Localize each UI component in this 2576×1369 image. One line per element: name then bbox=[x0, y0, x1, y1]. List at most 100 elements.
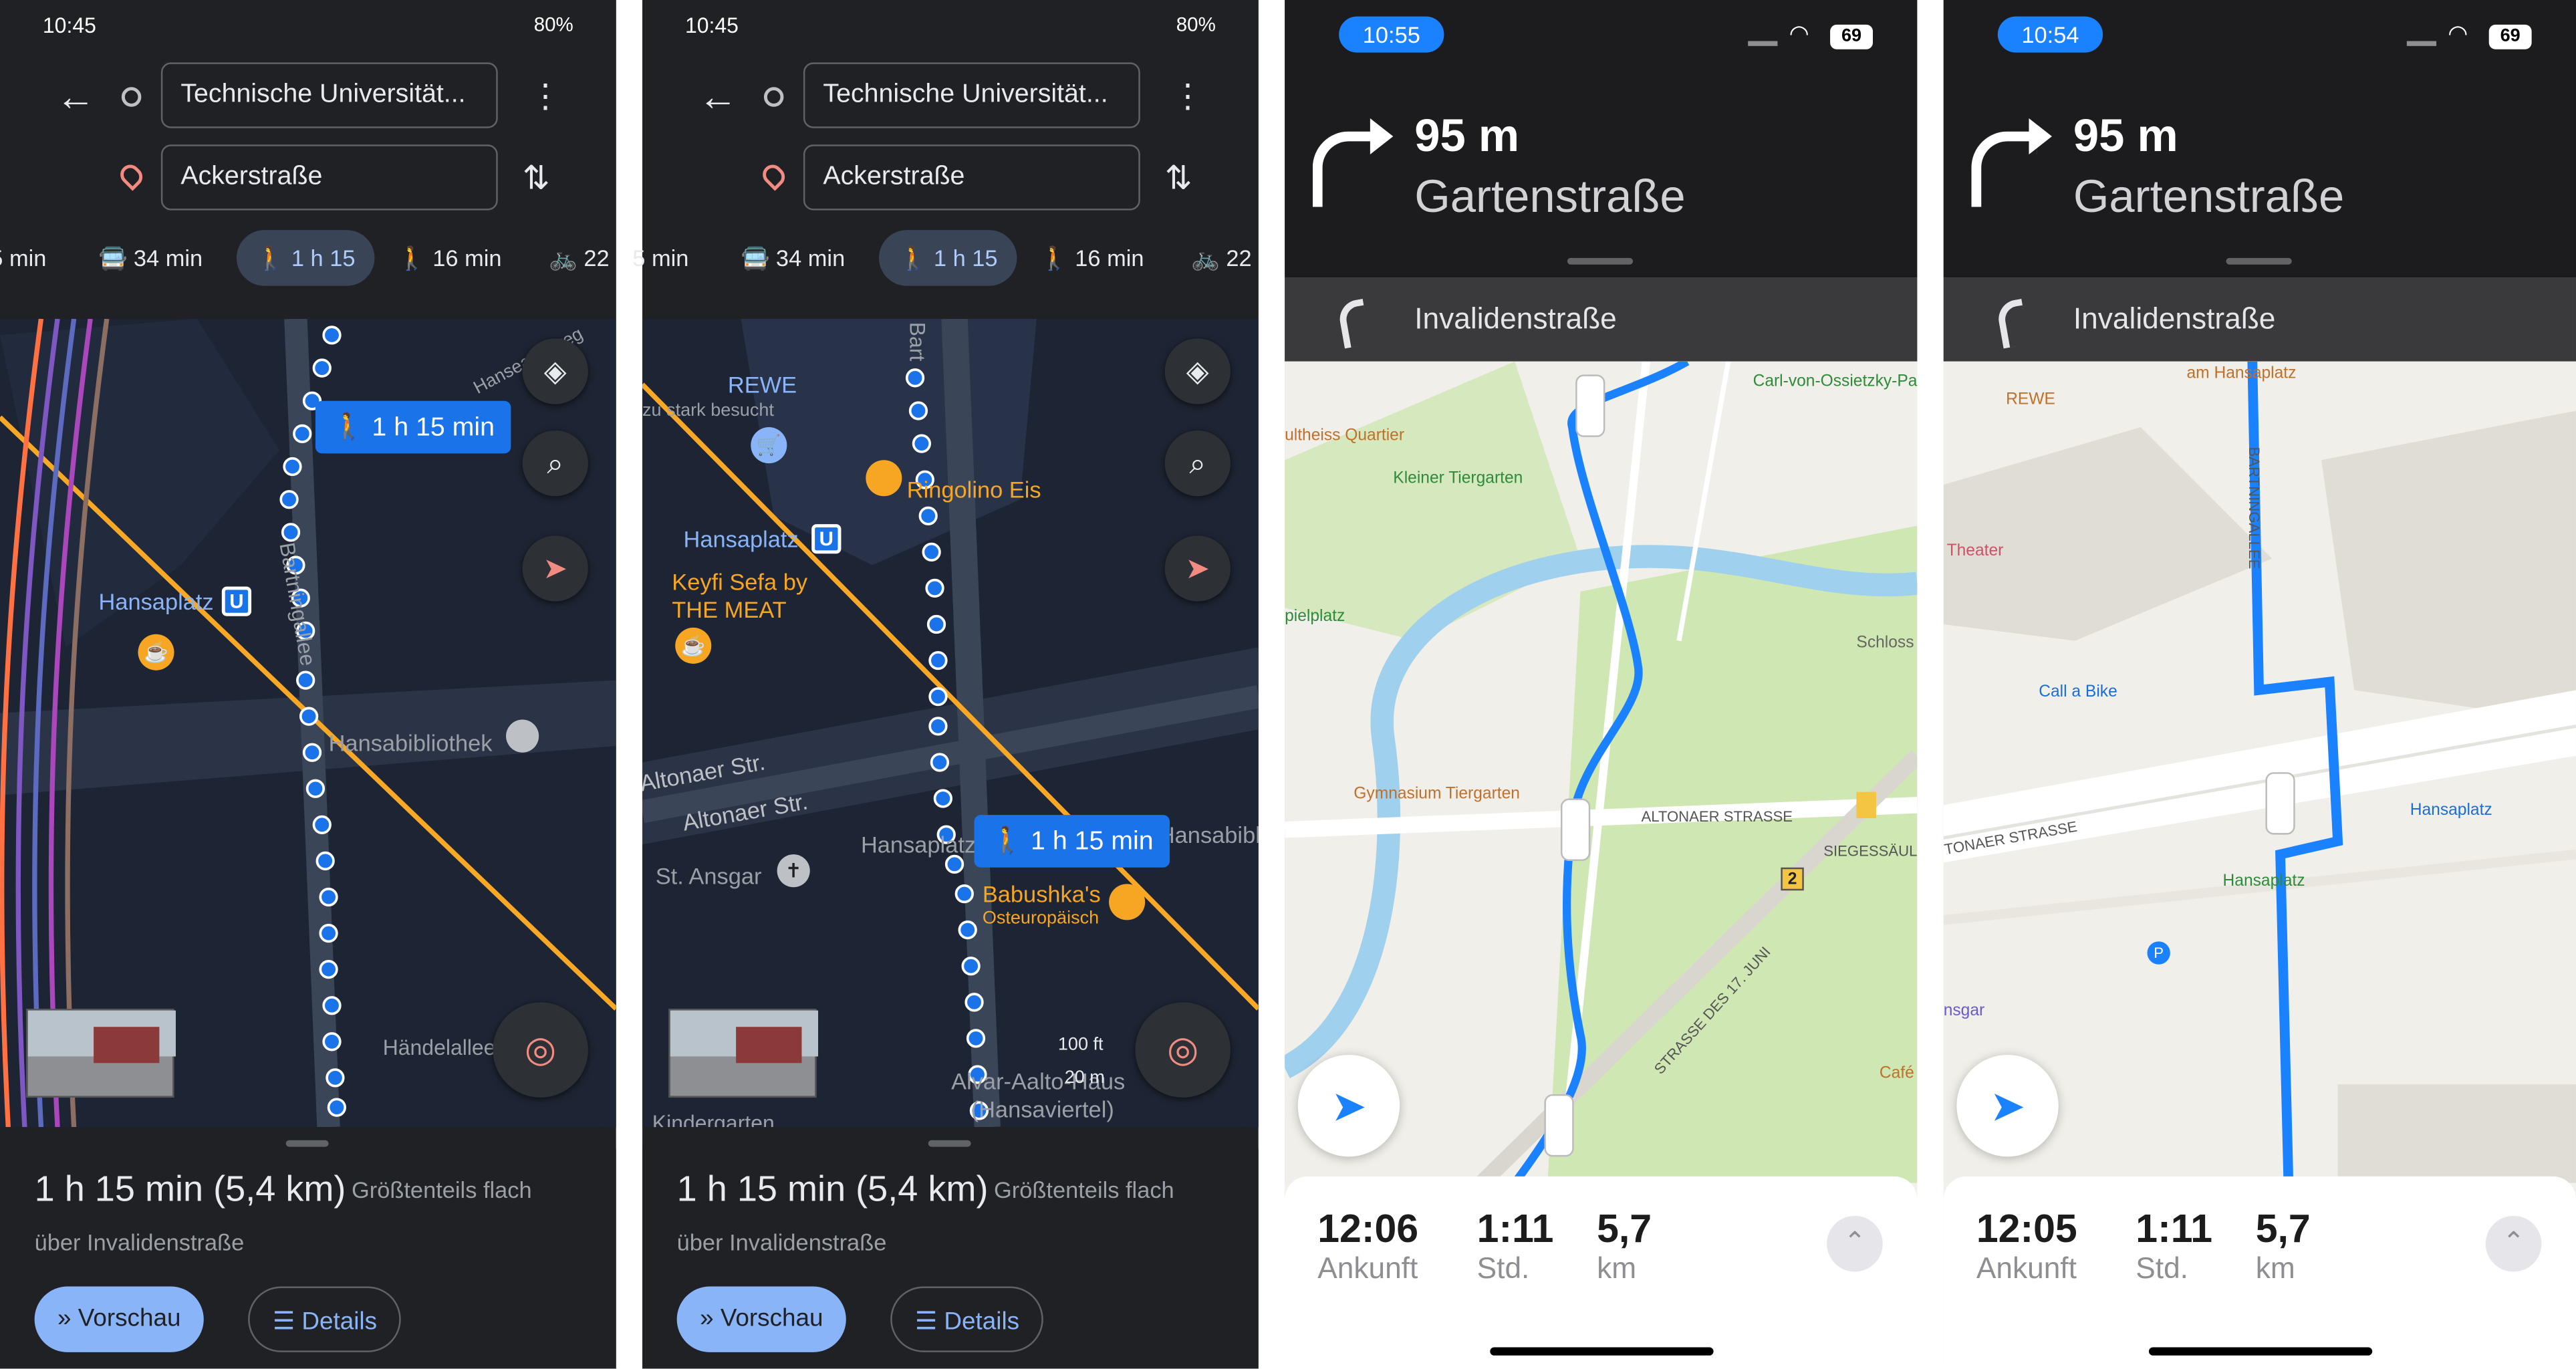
details-label: Details bbox=[944, 1308, 1020, 1336]
details-button[interactable]: ☰ Details bbox=[890, 1286, 1044, 1352]
map-label-ansgar: St. Ansgar bbox=[655, 862, 762, 889]
destination-pin-icon bbox=[759, 160, 789, 191]
library-pin-icon[interactable] bbox=[506, 719, 539, 753]
maneuver-street: Gartenstraße bbox=[2073, 170, 2345, 222]
origin-field[interactable]: Technische Universität... bbox=[803, 62, 1140, 128]
route-summary: 1 h 15 min (5,4 km) bbox=[34, 1168, 346, 1210]
swap-icon[interactable]: ⇅ bbox=[523, 158, 550, 199]
map-label-hansaplatz: Hansaplatz bbox=[2222, 872, 2305, 891]
compass-icon[interactable]: ➤ bbox=[522, 535, 588, 602]
back-arrow-icon[interactable]: ← bbox=[698, 76, 738, 122]
map-label-cafe: Café Neue bbox=[1879, 1064, 1918, 1083]
turn-arrow-head-icon bbox=[2029, 118, 2052, 155]
google-bottom-sheet: 1 h 15 min (5,4 km) Größtenteils flach ü… bbox=[642, 1127, 1259, 1369]
map-label-hansaplatz: Hansaplatz bbox=[683, 525, 799, 552]
mode-walk[interactable]: 🚶 1 h 15 bbox=[878, 230, 1018, 286]
compass-icon[interactable]: ➤ bbox=[1164, 535, 1231, 602]
search-icon[interactable]: ⌕ bbox=[522, 430, 588, 497]
drag-handle[interactable] bbox=[928, 1140, 971, 1147]
turn-left-arrow-icon bbox=[1336, 298, 1371, 349]
search-icon[interactable]: ⌕ bbox=[1164, 430, 1231, 497]
apple-map[interactable]: Carl-von-Ossietzky-Park Kleiner Tiergart… bbox=[1285, 361, 1918, 1183]
preview-button[interactable]: » Vorschau bbox=[34, 1286, 204, 1352]
distance-label: km bbox=[1597, 1251, 1637, 1285]
expand-chevron-icon[interactable]: ⌃ bbox=[1827, 1215, 1883, 1272]
street-view-thumbnail[interactable] bbox=[668, 1009, 819, 1098]
status-time: 10:55 bbox=[1339, 16, 1444, 53]
turn-arrow-head-icon bbox=[1370, 118, 1394, 155]
google-topbar: 10:45 80% ← Technische Universität... Ac… bbox=[0, 0, 616, 319]
travel-modes: 5 min 🚍 34 min 🚶 1 h 15 🚶 16 min 🚲 22 bbox=[632, 230, 1259, 289]
mode-transit[interactable]: 🚍 34 min bbox=[741, 230, 846, 286]
route-duration-text: 1 h 15 min bbox=[1031, 828, 1154, 856]
scale-m: 20 m bbox=[1064, 1068, 1105, 1088]
street-view-thumbnail[interactable] bbox=[26, 1009, 176, 1098]
google-map[interactable]: 🚶 1 h 15 min Hansaplatz U Bartningallee … bbox=[0, 318, 616, 1128]
mode-car-label: 5 min bbox=[632, 245, 689, 271]
my-location-icon[interactable]: ◎ bbox=[493, 1002, 588, 1098]
swap-icon[interactable]: ⇅ bbox=[1165, 158, 1192, 199]
cafe-pin-icon[interactable]: ☕ bbox=[138, 634, 174, 670]
mode-walk-label: 1 h 15 bbox=[291, 245, 356, 271]
route-duration-text: 1 h 15 min bbox=[372, 414, 495, 443]
church-pin-icon[interactable]: ✝ bbox=[777, 854, 810, 888]
map-label-babushka-2: Osteuropäisch bbox=[982, 908, 1100, 928]
origin-circle-icon bbox=[763, 87, 784, 107]
origin-field[interactable]: Technische Universität... bbox=[160, 62, 498, 128]
mode-ride-label: 16 min bbox=[432, 245, 502, 271]
header-handle[interactable] bbox=[2226, 257, 2292, 265]
map-label-hansabibliothek: Hansabibliothek bbox=[328, 729, 493, 756]
turn-left-arrow-icon bbox=[1995, 298, 2030, 349]
icecream-pin-icon[interactable] bbox=[866, 460, 902, 497]
scale-ft: 100 ft bbox=[1057, 1035, 1104, 1055]
battery-indicator: 69 bbox=[1830, 24, 1874, 49]
mode-bike[interactable]: 🚲 22 bbox=[1191, 230, 1252, 286]
traffic-light-icon bbox=[2265, 772, 2295, 835]
arrival-time: 12:05 bbox=[1976, 1207, 2077, 1252]
drag-handle[interactable] bbox=[285, 1140, 329, 1147]
layers-icon[interactable]: ◈ bbox=[522, 338, 588, 404]
recenter-location-icon[interactable]: ➤ bbox=[1297, 1054, 1400, 1157]
cart-pin-icon[interactable]: 🛒 bbox=[751, 427, 787, 464]
preview-icon: » bbox=[700, 1304, 721, 1333]
preview-button[interactable]: » Vorschau bbox=[676, 1286, 846, 1352]
mode-car[interactable]: 5 min bbox=[632, 230, 688, 286]
mode-walk[interactable]: 🚶 1 h 15 bbox=[236, 230, 376, 286]
layers-icon[interactable]: ◈ bbox=[1164, 338, 1231, 404]
destination-field[interactable]: Ackerstraße bbox=[160, 144, 498, 211]
map-label-bart: Bart bbox=[905, 322, 930, 362]
cafe-pin-icon[interactable]: ☕ bbox=[675, 627, 712, 664]
wifi-icon: ◠ bbox=[2448, 19, 2468, 46]
destination-field[interactable]: Ackerstraße bbox=[803, 144, 1140, 211]
origin-circle-icon bbox=[121, 87, 142, 107]
restaurant-pin-icon[interactable] bbox=[1109, 884, 1146, 920]
mode-ride-label: 16 min bbox=[1075, 245, 1144, 271]
map-label-spielplatz: pielplatz bbox=[1285, 608, 1345, 626]
google-map[interactable]: REWE zu stark besucht Ringolino Eis Hans… bbox=[642, 318, 1259, 1128]
header-handle[interactable] bbox=[1567, 257, 1634, 265]
map-label-theater: Theater bbox=[1946, 542, 2004, 561]
mode-ride[interactable]: 🚶 16 min bbox=[1040, 230, 1144, 286]
expand-chevron-icon[interactable]: ⌃ bbox=[2485, 1215, 2542, 1272]
maneuver-distance: 95 m bbox=[1414, 110, 1520, 161]
destination-pin-icon bbox=[116, 160, 147, 191]
walk-icon: 🚶 bbox=[256, 245, 291, 271]
mode-car[interactable]: 5 min bbox=[0, 230, 46, 286]
details-button[interactable]: ☰ Details bbox=[248, 1286, 402, 1352]
preview-label: Vorschau bbox=[78, 1304, 181, 1333]
preview-icon: » bbox=[57, 1304, 78, 1333]
google-topbar: 10:45 80% ← Technische Universität... Ac… bbox=[632, 0, 1259, 319]
mode-transit-label: 34 min bbox=[775, 245, 846, 271]
back-arrow-icon[interactable]: ← bbox=[56, 76, 96, 122]
more-options-icon[interactable]: ⋮ bbox=[529, 76, 561, 116]
subway-u-icon: U bbox=[221, 586, 252, 616]
my-location-icon[interactable]: ◎ bbox=[1135, 1002, 1231, 1098]
mode-transit[interactable]: 🚍 34 min bbox=[98, 230, 203, 286]
walk-icon: 🚶 bbox=[898, 245, 934, 271]
mode-ride[interactable]: 🚶 16 min bbox=[398, 230, 502, 286]
recenter-location-icon[interactable]: ➤ bbox=[1956, 1054, 2059, 1157]
mode-bike[interactable]: 🚲 22 bbox=[549, 230, 610, 286]
apple-map[interactable]: am Hansaplatz REWE Theater Call a Bike H… bbox=[1943, 361, 2576, 1183]
map-label-hansabib: Hansabibl bbox=[1158, 821, 1259, 848]
more-options-icon[interactable]: ⋮ bbox=[1171, 76, 1204, 116]
